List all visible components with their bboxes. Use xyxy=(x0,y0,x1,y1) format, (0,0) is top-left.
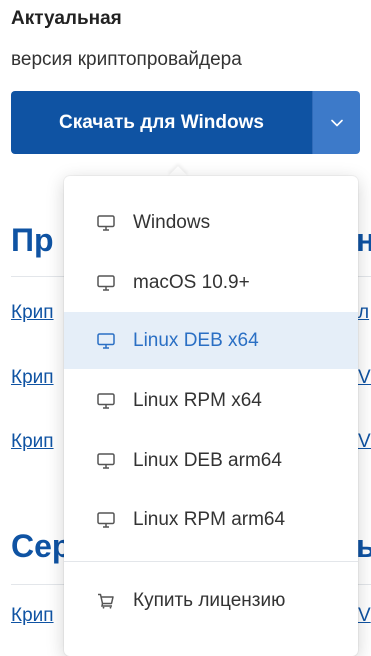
monitor-icon xyxy=(96,213,116,233)
menu-item-windows[interactable]: Windows xyxy=(64,194,358,251)
menu-item-label: Windows xyxy=(133,211,211,233)
monitor-icon xyxy=(96,510,116,530)
product-link-tail[interactable]: л xyxy=(358,302,369,324)
buy-license-item[interactable]: Купить лицензию xyxy=(64,572,358,629)
download-split-button: Скачать для Windows xyxy=(11,91,360,154)
menu-item-linux-deb-arm64[interactable]: Linux DEB arm64 xyxy=(64,432,358,489)
download-windows-button[interactable]: Скачать для Windows xyxy=(11,91,312,154)
menu-item-label: Linux RPM arm64 xyxy=(133,508,286,530)
product-link-tail[interactable]: Vi xyxy=(358,367,371,389)
monitor-icon xyxy=(96,451,116,471)
monitor-icon xyxy=(96,391,116,411)
page-title: Актуальная xyxy=(11,8,122,29)
menu-item-linux-rpm-arm64[interactable]: Linux RPM arm64 xyxy=(64,491,358,548)
buy-license-label: Купить лицензию xyxy=(133,589,286,611)
page-subtitle: версия криптопровайдера xyxy=(11,49,242,70)
monitor-icon xyxy=(96,331,116,351)
product-link[interactable]: Крип xyxy=(11,431,54,453)
menu-item-macos[interactable]: macOS 10.9+ xyxy=(64,254,358,311)
monitor-icon xyxy=(96,273,116,293)
dropdown-toggle-button[interactable] xyxy=(312,91,360,154)
download-os-dropdown: Windows macOS 10.9+ Linux DEB x64 Linux … xyxy=(64,176,358,656)
product-link[interactable]: Крип xyxy=(11,367,54,389)
menu-item-label: Linux RPM x64 xyxy=(133,389,262,411)
menu-item-label: Linux DEB arm64 xyxy=(133,449,282,471)
product-link[interactable]: Крип xyxy=(11,605,54,627)
menu-item-label: macOS 10.9+ xyxy=(133,271,250,293)
menu-item-label: Linux DEB x64 xyxy=(133,329,259,351)
product-link[interactable]: Крип xyxy=(11,302,54,324)
cart-icon xyxy=(96,591,116,611)
menu-divider xyxy=(64,561,358,562)
product-link-tail[interactable]: Vi xyxy=(358,431,371,453)
chevron-down-icon xyxy=(330,114,343,132)
section-heading-services-tail: ы xyxy=(356,528,371,564)
menu-item-linux-rpm-x64[interactable]: Linux RPM x64 xyxy=(64,372,358,429)
product-link-tail[interactable]: V xyxy=(358,605,371,627)
menu-item-linux-deb-x64[interactable]: Linux DEB x64 xyxy=(64,312,358,369)
section-heading-products: Пр xyxy=(11,222,54,258)
section-heading-services: Сер xyxy=(11,528,72,564)
section-heading-products-tail: н xyxy=(356,222,371,258)
